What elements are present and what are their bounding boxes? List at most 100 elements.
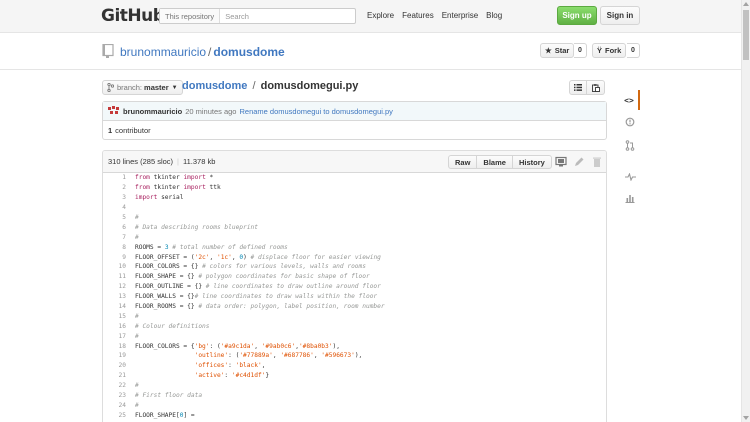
line-number[interactable]: 23: [103, 392, 126, 399]
sidebar-item-pull-requests[interactable]: [620, 135, 640, 155]
line-number[interactable]: 11: [103, 273, 126, 280]
line-number[interactable]: 10: [103, 263, 126, 270]
line-content: FLOOR_OUTLINE = {} # line coordinates to…: [135, 283, 381, 291]
code-line: 8 ROOMS = 3 # total number of defined roo…: [103, 242, 606, 252]
line-number[interactable]: 18: [103, 343, 126, 350]
repo-title: brunommauricio / domusdome: [120, 45, 285, 59]
line-number[interactable]: 14: [103, 303, 126, 310]
search-box[interactable]: This repository Search: [159, 8, 356, 24]
line-content: #: [135, 312, 139, 320]
line-number[interactable]: 3: [103, 194, 126, 201]
line-number[interactable]: 8: [103, 244, 126, 251]
line-number[interactable]: 13: [103, 293, 126, 300]
star-label: Star: [554, 46, 570, 55]
fork-button[interactable]: Ÿ Fork: [592, 43, 627, 58]
desktop-icon[interactable]: [555, 156, 567, 168]
line-number[interactable]: 4: [103, 204, 126, 211]
commit-author[interactable]: brunommauricio: [123, 107, 182, 116]
line-number[interactable]: 6: [103, 224, 126, 231]
signup-button[interactable]: Sign up: [557, 6, 597, 25]
line-number[interactable]: 21: [103, 372, 126, 379]
code-line: 25 FLOOR_SHAPE[0] =: [103, 410, 606, 420]
raw-button[interactable]: Raw: [448, 155, 478, 169]
line-number[interactable]: 7: [103, 234, 126, 241]
trash-icon[interactable]: [591, 156, 603, 168]
line-number[interactable]: 19: [103, 352, 126, 359]
line-number[interactable]: 20: [103, 362, 126, 369]
branch-label: branch:: [117, 83, 143, 92]
star-button[interactable]: ★ Star: [540, 43, 575, 58]
copy-path-button[interactable]: [587, 80, 605, 95]
line-number[interactable]: 1: [103, 174, 126, 181]
signin-button[interactable]: Sign in: [600, 6, 640, 25]
nav-features[interactable]: Features: [402, 11, 434, 20]
contributors[interactable]: 1 contributor: [103, 121, 606, 140]
line-number[interactable]: 9: [103, 254, 126, 261]
nav-explore[interactable]: Explore: [367, 11, 394, 20]
code-line: 17 #: [103, 331, 606, 341]
line-number[interactable]: 24: [103, 402, 126, 409]
line-number[interactable]: 15: [103, 313, 126, 320]
line-number[interactable]: 5: [103, 214, 126, 221]
history-button[interactable]: History: [512, 155, 552, 169]
code-line: 10 FLOOR_COLORS = {} # colors for various…: [103, 262, 606, 272]
sidebar-item-code[interactable]: <>: [620, 90, 640, 110]
blame-button[interactable]: Blame: [477, 155, 513, 169]
repo-title-separator: /: [208, 45, 212, 59]
list-view-button[interactable]: [569, 80, 587, 95]
breadcrumb-repo-link[interactable]: domusdome: [182, 80, 247, 92]
fork-icon: Ÿ: [597, 46, 603, 55]
line-content: FLOOR_SHAPE = {} # polygon coordinates f…: [135, 273, 370, 281]
line-number[interactable]: 17: [103, 333, 126, 340]
scroll-up-icon[interactable]: [743, 2, 749, 6]
repo-owner-link[interactable]: brunommauricio: [120, 45, 206, 59]
nav-blog[interactable]: Blog: [486, 11, 502, 20]
file-actions: Raw Blame History: [448, 155, 552, 169]
fork-label: Fork: [605, 46, 622, 55]
repo-name-link[interactable]: domusdome: [213, 45, 284, 59]
issue-icon: [625, 117, 635, 127]
commit-tease: brunommauricio 20 minutes ago Rename dom…: [102, 101, 607, 140]
sidebar-item-graphs[interactable]: [620, 188, 640, 208]
sidebar-item-issues[interactable]: [620, 112, 640, 132]
line-number[interactable]: 16: [103, 323, 126, 330]
nav-enterprise[interactable]: Enterprise: [442, 11, 478, 20]
star-count[interactable]: 0: [574, 43, 587, 58]
scrollbar-thumb[interactable]: [743, 10, 749, 60]
line-content: FLOOR_COLORS = {} # colors for various l…: [135, 263, 366, 271]
code-line: 4: [103, 203, 606, 213]
contributors-count: 1: [108, 126, 113, 135]
pencil-icon[interactable]: [573, 156, 585, 168]
line-content: from tkinter import ttk: [135, 184, 221, 192]
code-line: 23 # First floor data: [103, 391, 606, 401]
line-content: # Data describing rooms blueprint: [135, 223, 258, 231]
line-content: #: [135, 401, 139, 409]
github-logo[interactable]: GitHub: [101, 6, 165, 26]
line-number[interactable]: 2: [103, 184, 126, 191]
line-content: FLOOR_WALLS = {}# line coordinates to dr…: [135, 293, 378, 301]
graph-icon: [625, 195, 635, 203]
line-content: from tkinter import *: [135, 174, 214, 182]
line-number[interactable]: 25: [103, 412, 126, 419]
scrollbar[interactable]: [741, 0, 750, 422]
line-number[interactable]: 22: [103, 382, 126, 389]
code-line: 3 import serial: [103, 193, 606, 203]
breadcrumb: domusdome / domusdomegui.py: [182, 80, 358, 92]
code-line: 24 #: [103, 400, 606, 410]
code-blob: 1 from tkinter import * 2 from tkinter impo…: [103, 173, 606, 420]
line-content: FLOOR_OFFSET = ('2c', '1c', 0) # displac…: [135, 253, 381, 261]
code-line: 7 #: [103, 232, 606, 242]
sidebar-item-pulse[interactable]: [620, 167, 640, 187]
scroll-down-icon[interactable]: [743, 416, 749, 420]
line-number[interactable]: 12: [103, 283, 126, 290]
code-line: 20 'offices': 'black',: [103, 361, 606, 371]
pulse-icon: [624, 173, 636, 181]
code-line: 19 'outline': ('#77889a', '#687786', '#5…: [103, 351, 606, 361]
commit-message[interactable]: Rename domusdomegui to domusdomegui.py: [239, 107, 392, 116]
avatar[interactable]: [108, 106, 120, 116]
file-lines-info: 310 lines (285 sloc): [108, 157, 174, 166]
search-input[interactable]: Search: [220, 12, 249, 21]
fork-count[interactable]: 0: [627, 43, 640, 58]
code-icon: <>: [624, 95, 634, 105]
branch-select[interactable]: branch: master ▼: [102, 80, 183, 95]
